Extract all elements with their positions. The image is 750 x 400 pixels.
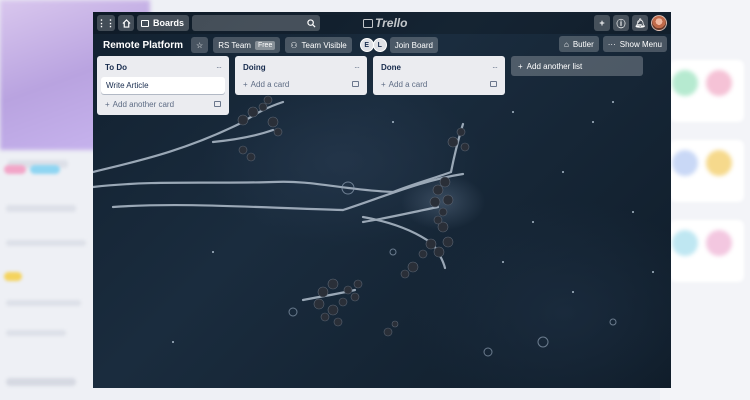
- board-title[interactable]: Remote Platform: [103, 40, 183, 51]
- background-line: [6, 330, 66, 336]
- star-icon: ☆: [196, 40, 204, 50]
- background-avatar: [672, 230, 698, 256]
- background-caption: [6, 378, 76, 386]
- apps-button[interactable]: ⋮⋮: [97, 15, 115, 31]
- add-card-button[interactable]: + Add another card: [101, 96, 225, 112]
- background-line: [6, 300, 81, 306]
- boards-button[interactable]: Boards: [137, 15, 190, 31]
- plus-icon: +: [243, 79, 248, 89]
- card[interactable]: Write Article: [101, 77, 225, 94]
- user-avatar[interactable]: [651, 15, 667, 31]
- card-template-icon[interactable]: [490, 81, 497, 87]
- background-line: [6, 205, 76, 212]
- logo-text: Trello: [375, 16, 408, 30]
- notifications-button[interactable]: 🔔︎: [632, 15, 648, 31]
- list-done: Done ··· + Add a card: [373, 56, 505, 95]
- board-header: Remote Platform ☆ RS Team Free ⚇ Team Vi…: [93, 36, 671, 54]
- search-icon: [307, 18, 316, 28]
- bell-icon: 🔔︎: [634, 17, 646, 28]
- add-card-button[interactable]: + Add a card: [377, 76, 501, 92]
- list-header: Doing ···: [239, 60, 363, 74]
- background-avatar: [706, 230, 732, 256]
- visibility-button[interactable]: ⚇ Team Visible: [285, 37, 352, 53]
- background-pill: [4, 272, 22, 281]
- background-pill: [30, 165, 60, 174]
- add-list-label: Add another list: [526, 61, 583, 71]
- trello-logo[interactable]: Trello: [363, 16, 407, 30]
- team-button[interactable]: RS Team Free: [213, 37, 281, 53]
- star-board-button[interactable]: ☆: [191, 37, 209, 53]
- add-card-button[interactable]: + Add a card: [239, 76, 363, 92]
- info-icon: ⓘ: [616, 18, 626, 29]
- plus-icon: +: [105, 99, 110, 109]
- top-nav-bar: ⋮⋮ Boards Trello + ⓘ 🔔︎: [93, 12, 671, 34]
- background-avatar: [706, 70, 732, 96]
- list-to-do: To Do ··· Write Article + Add another car…: [97, 56, 229, 115]
- board-members: E L: [359, 38, 387, 52]
- list-title[interactable]: Doing: [243, 63, 266, 72]
- home-icon: [121, 18, 131, 28]
- list-menu-icon[interactable]: ···: [354, 63, 360, 72]
- trello-logo-icon: [363, 18, 373, 28]
- list-menu-icon[interactable]: ···: [492, 63, 498, 72]
- create-button[interactable]: +: [594, 15, 610, 31]
- top-right-actions: + ⓘ 🔔︎: [591, 15, 667, 31]
- search-input[interactable]: [192, 15, 321, 31]
- list-header: Done ···: [377, 60, 501, 74]
- info-button[interactable]: ⓘ: [613, 15, 629, 31]
- background-avatar: [672, 70, 698, 96]
- member-avatar[interactable]: E: [359, 38, 374, 52]
- list-doing: Doing ··· + Add a card: [235, 56, 367, 95]
- show-menu-label: Show Menu: [619, 39, 662, 49]
- member-avatar[interactable]: L: [372, 38, 387, 52]
- show-menu-button[interactable]: ··· Show Menu: [602, 36, 667, 52]
- background-pill: [4, 165, 26, 174]
- plus-icon: +: [599, 18, 605, 28]
- list-menu-icon[interactable]: ···: [216, 63, 222, 72]
- background-avatar: [672, 150, 698, 176]
- card-template-icon[interactable]: [352, 81, 359, 87]
- more-icon: ···: [607, 39, 616, 49]
- team-visibility-icon: ⚇: [290, 40, 298, 50]
- card-template-icon[interactable]: [214, 101, 221, 107]
- background-avatar: [706, 150, 732, 176]
- add-list-button[interactable]: + Add another list: [511, 56, 643, 76]
- background-right-panel: [660, 0, 750, 400]
- butler-label: Butler: [572, 39, 594, 49]
- add-card-label: Add another card: [112, 99, 175, 109]
- butler-icon: ⌂: [564, 39, 569, 49]
- team-plan-badge: Free: [254, 40, 276, 50]
- team-label: RS Team: [218, 40, 251, 50]
- plus-icon: +: [381, 79, 386, 89]
- butler-button[interactable]: ⌂ Butler: [559, 36, 599, 52]
- list-title[interactable]: To Do: [105, 63, 127, 72]
- home-button[interactable]: [118, 15, 134, 31]
- list-header: To Do ···: [101, 60, 225, 74]
- add-card-label: Add a card: [388, 79, 428, 89]
- add-card-label: Add a card: [250, 79, 290, 89]
- board-header-right: ⌂ Butler ··· Show Menu: [555, 36, 667, 52]
- list-title[interactable]: Done: [381, 63, 401, 72]
- background-line: [6, 240, 86, 246]
- visibility-label: Team Visible: [301, 40, 347, 50]
- board-icon: [141, 19, 149, 27]
- grid-icon: ⋮⋮: [97, 17, 115, 28]
- trello-window: ⋮⋮ Boards Trello + ⓘ 🔔︎ Remote Platform …: [93, 12, 671, 388]
- boards-label: Boards: [153, 18, 185, 28]
- plus-icon: +: [518, 61, 523, 71]
- join-board-button[interactable]: Join Board: [389, 37, 438, 53]
